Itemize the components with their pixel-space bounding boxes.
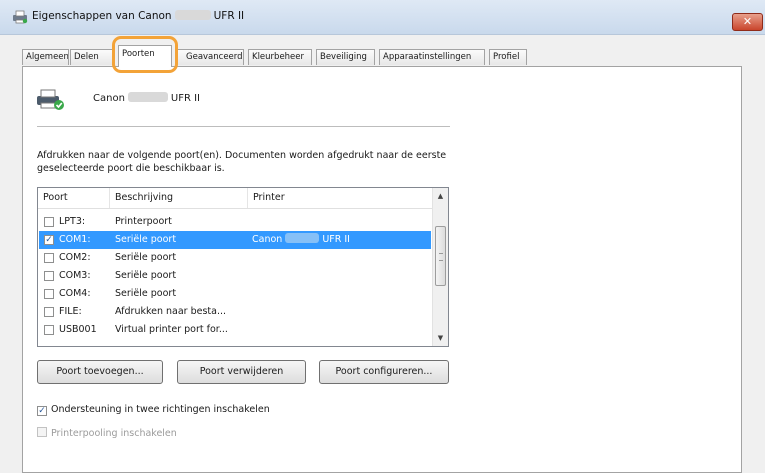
ports-list-header: Poort Beschrijving Printer <box>38 188 432 209</box>
port-checkbox[interactable] <box>44 217 54 227</box>
port-row-file[interactable]: FILE: Afdrukken naar besta... <box>39 303 431 321</box>
remove-port-button[interactable]: Poort verwijderen <box>177 360 306 384</box>
title-bar: Eigenschappen van Canon UFR II ✕ <box>0 0 765 35</box>
port-checkbox[interactable]: ✓ <box>44 235 54 245</box>
port-checkbox[interactable] <box>44 325 54 335</box>
port-description: Seriële poort <box>115 252 177 263</box>
port-row-com1[interactable]: ✓ COM1: Seriële poort Canon UFR II <box>39 231 431 249</box>
scroll-up-icon[interactable]: ▲ <box>433 188 448 204</box>
port-name: COM4: <box>59 288 91 299</box>
pooling-checkbox <box>37 427 47 437</box>
tab-geavanceerd[interactable]: Geavanceerd <box>176 49 244 65</box>
port-checkbox[interactable] <box>44 271 54 281</box>
tab-apparaatinstellingen[interactable]: Apparaatinstellingen <box>379 49 485 65</box>
tab-strip: Algemeen Delen Poorten Geavanceerd Kleur… <box>22 44 742 67</box>
port-description: Seriële poort <box>115 288 177 299</box>
port-row-com2[interactable]: COM2: Seriële poort <box>39 249 431 267</box>
close-button[interactable]: ✕ <box>732 13 763 31</box>
tab-delen[interactable]: Delen <box>70 49 113 65</box>
tab-poorten[interactable]: Poorten <box>118 45 172 67</box>
column-header-printer[interactable]: Printer <box>248 188 432 208</box>
port-name: COM1: <box>59 234 91 245</box>
printer-icon <box>37 89 64 110</box>
port-name: FILE: <box>59 306 82 317</box>
scroll-down-icon[interactable]: ▼ <box>433 330 448 346</box>
port-name: COM3: <box>59 270 91 281</box>
port-description: Virtual printer port for... <box>115 324 228 335</box>
tab-profiel[interactable]: Profiel <box>489 49 527 65</box>
check-icon: ✓ <box>38 406 46 416</box>
ports-list[interactable]: Poort Beschrijving Printer LPT3: Printer… <box>37 187 449 347</box>
port-row-com3[interactable]: COM3: Seriële poort <box>39 267 431 285</box>
port-checkbox[interactable] <box>44 253 54 263</box>
tab-beveiliging[interactable]: Beveiliging <box>316 49 375 65</box>
port-printer: Canon UFR II <box>252 233 350 245</box>
add-port-button[interactable]: Poort toevoegen... <box>37 360 163 384</box>
port-description: Seriële poort <box>115 270 177 281</box>
printer-properties-window: Eigenschappen van Canon UFR II ✕ Algemeen… <box>0 0 765 473</box>
configure-port-button[interactable]: Poort configureren... <box>319 360 449 384</box>
tab-kleurbeheer[interactable]: Kleurbeheer <box>248 49 312 65</box>
scrollbar-thumb[interactable] <box>435 226 446 286</box>
bidirectional-checkbox[interactable]: ✓ <box>37 406 47 416</box>
bidirectional-label: Ondersteuning in twee richtingen inschak… <box>51 404 270 415</box>
bidirectional-support-option[interactable]: ✓ Ondersteuning in twee richtingen inscha… <box>37 404 270 416</box>
port-checkbox[interactable] <box>44 289 54 299</box>
port-checkbox[interactable] <box>44 307 54 317</box>
divider <box>37 126 450 127</box>
close-icon: ✕ <box>742 15 753 28</box>
printer-pooling-option: Printerpooling inschakelen <box>37 427 177 440</box>
port-description: Printerpoort <box>115 216 172 227</box>
ports-description: Afdrukken naar de volgende poort(en). Do… <box>37 150 447 174</box>
port-name: USB001 <box>59 324 97 335</box>
port-row-usb001[interactable]: USB001 Virtual printer port for... <box>39 321 431 339</box>
port-description: Seriële poort <box>115 234 177 245</box>
port-description: Afdrukken naar besta... <box>115 306 227 317</box>
column-header-beschrijving[interactable]: Beschrijving <box>110 188 248 208</box>
port-name: LPT3: <box>59 216 86 227</box>
printer-name: Canon UFR II <box>93 92 201 104</box>
window-title: Eigenschappen van Canon UFR II <box>32 10 245 22</box>
port-row-com4[interactable]: COM4: Seriële poort <box>39 285 431 303</box>
ports-list-scrollbar[interactable]: ▲ ▼ <box>432 188 448 346</box>
tab-algemeen[interactable]: Algemeen <box>22 49 69 65</box>
port-name: COM2: <box>59 252 91 263</box>
check-icon: ✓ <box>45 235 53 245</box>
printer-icon <box>13 10 28 24</box>
pooling-label: Printerpooling inschakelen <box>51 428 177 439</box>
port-row-lpt3[interactable]: LPT3: Printerpoort <box>39 213 431 231</box>
column-header-poort[interactable]: Poort <box>38 188 110 208</box>
